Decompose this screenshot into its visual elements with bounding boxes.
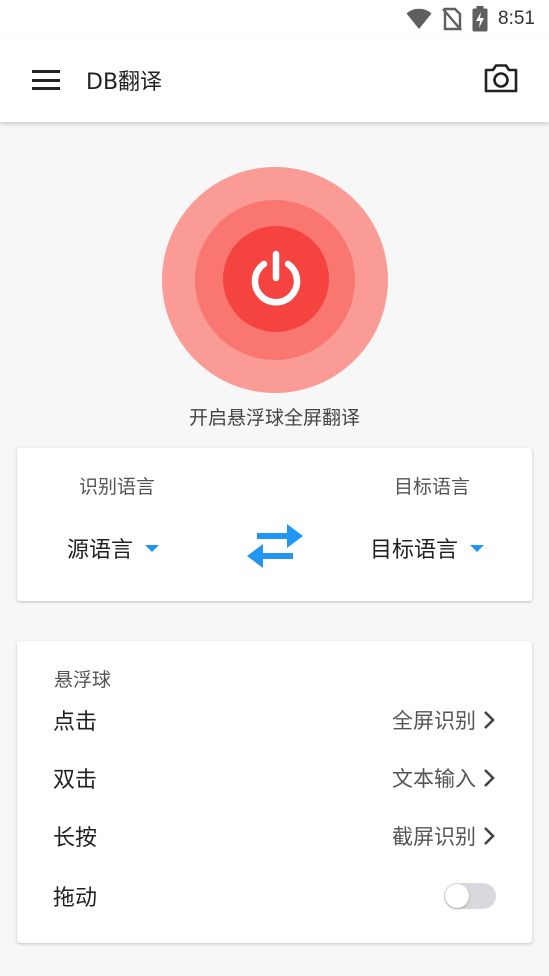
- camera-icon: [484, 64, 518, 93]
- drag-toggle[interactable]: [444, 883, 496, 909]
- source-language-label: 识别语言: [79, 476, 156, 498]
- click-action-value: 全屏识别: [392, 709, 476, 733]
- source-language-dropdown[interactable]: 源语言: [67, 532, 160, 564]
- target-language-label: 目标语言: [393, 476, 470, 498]
- drag-row: 拖动: [17, 871, 532, 921]
- row-value: 截屏识别: [392, 821, 496, 851]
- power-button[interactable]: [223, 226, 329, 332]
- long-press-action-row[interactable]: 长按 截屏识别: [17, 811, 532, 861]
- row-value: 文本输入: [392, 763, 496, 793]
- camera-button[interactable]: [483, 62, 519, 98]
- swap-languages-button[interactable]: [245, 522, 305, 574]
- drag-label: 拖动: [53, 886, 98, 911]
- toggle-knob: [445, 884, 469, 908]
- hamburger-menu-icon[interactable]: [32, 67, 60, 93]
- swap-arrows-icon: [247, 524, 303, 568]
- click-action-row[interactable]: 点击 全屏识别: [17, 695, 532, 745]
- status-time: 8:51: [498, 8, 535, 29]
- double-click-action-row[interactable]: 双击 文本输入: [17, 753, 532, 803]
- chevron-right-icon: [484, 769, 495, 787]
- double-click-action-value: 文本输入: [392, 767, 476, 791]
- no-sim-icon: [442, 7, 462, 31]
- wifi-icon: [406, 8, 432, 29]
- dropdown-caret-icon: [145, 544, 160, 552]
- battery-charging-icon: [472, 6, 488, 32]
- power-icon: [251, 250, 301, 306]
- power-caption: 开启悬浮球全屏翻译: [188, 407, 360, 429]
- dropdown-caret-icon: [470, 544, 484, 552]
- row-label: 长按: [53, 826, 98, 851]
- app-title: DB翻译: [86, 70, 163, 95]
- chevron-right-icon: [484, 711, 495, 729]
- row-value: 全屏识别: [392, 705, 496, 735]
- app-bar: DB翻译: [0, 38, 549, 122]
- target-language-dropdown[interactable]: 目标语言: [370, 532, 484, 564]
- target-language-value: 目标语言: [369, 538, 458, 563]
- row-label: 双击: [53, 768, 98, 793]
- source-language-value: 源语言: [67, 538, 134, 563]
- language-card: 识别语言 目标语言 源语言 目标语言: [17, 448, 532, 601]
- float-ball-card: 悬浮球 点击 全屏识别 双击 文本输入 长按 截屏识别 拖动: [17, 641, 532, 943]
- chevron-right-icon: [484, 827, 495, 845]
- status-bar: 8:51: [0, 0, 549, 38]
- float-ball-section-title: 悬浮球: [54, 669, 112, 691]
- long-press-action-value: 截屏识别: [392, 825, 476, 849]
- power-button-group: [162, 167, 388, 393]
- row-label: 点击: [53, 710, 98, 735]
